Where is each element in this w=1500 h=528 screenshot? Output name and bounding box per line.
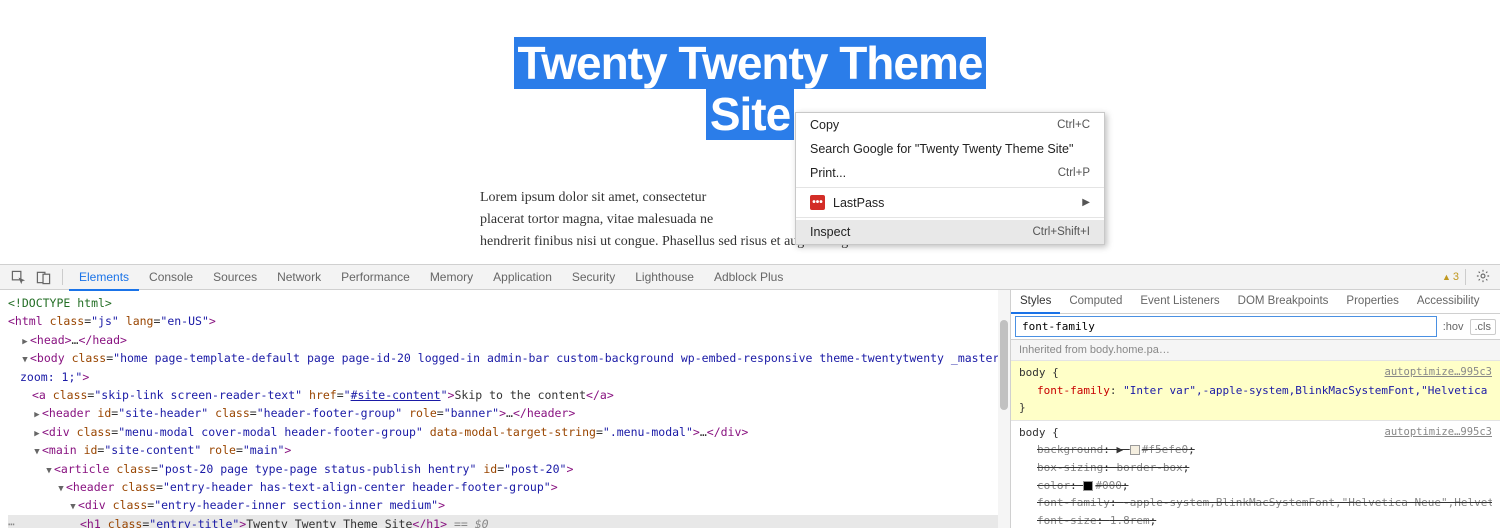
ctx-lastpass[interactable]: •••LastPass ▶ [796, 190, 1104, 215]
tab-accessibility[interactable]: Accessibility [1408, 290, 1489, 313]
color-swatch[interactable] [1083, 481, 1093, 491]
warnings-badge[interactable]: 3 [1442, 271, 1459, 283]
styles-filter-input[interactable] [1015, 316, 1437, 337]
settings-icon[interactable] [1472, 269, 1494, 286]
styles-filter-row: :hov .cls [1011, 314, 1500, 340]
devtools-tabs: Elements Console Sources Network Perform… [69, 265, 793, 290]
context-menu: Copy Ctrl+C Search Google for "Twenty Tw… [795, 112, 1105, 245]
rule-source-link[interactable]: autoptimize…995c3 [1385, 424, 1492, 441]
tab-network[interactable]: Network [267, 265, 331, 290]
tab-lighthouse[interactable]: Lighthouse [625, 265, 704, 290]
toolbar-separator [62, 269, 63, 285]
tab-security[interactable]: Security [562, 265, 625, 290]
tab-dom-breakpoints[interactable]: DOM Breakpoints [1229, 290, 1338, 313]
inherited-from-link[interactable]: body.home.pa… [1090, 344, 1170, 356]
hover-toggle[interactable]: :hov [1443, 321, 1464, 333]
rule-source-link[interactable]: autoptimize…995c3 [1385, 364, 1492, 381]
lastpass-icon: ••• [810, 195, 825, 210]
page-title[interactable]: Twenty Twenty Theme Site [0, 38, 1500, 139]
inspect-element-icon[interactable] [6, 270, 31, 285]
device-toolbar-icon[interactable] [31, 270, 56, 285]
tab-memory[interactable]: Memory [420, 265, 483, 290]
css-rule-1[interactable]: autoptimize…995c3 body { font-family: "I… [1011, 361, 1500, 421]
chevron-right-icon: ▶ [1082, 197, 1090, 208]
elements-scrollbar[interactable] [998, 290, 1010, 528]
ctx-separator [796, 217, 1104, 218]
ctx-print[interactable]: Print... Ctrl+P [796, 161, 1104, 185]
tab-properties[interactable]: Properties [1337, 290, 1407, 313]
tab-styles[interactable]: Styles [1011, 290, 1060, 314]
tab-console[interactable]: Console [139, 265, 203, 290]
rendered-page: Twenty Twenty Theme Site Lorem ipsum dol… [0, 0, 1500, 264]
css-rule-2[interactable]: autoptimize…995c3 body { background: ▶ #… [1011, 421, 1500, 528]
tab-elements[interactable]: Elements [69, 265, 139, 291]
toolbar-separator [1465, 269, 1466, 285]
tab-adblock-plus[interactable]: Adblock Plus [704, 265, 793, 290]
tab-computed[interactable]: Computed [1060, 290, 1131, 313]
ctx-copy[interactable]: Copy Ctrl+C [796, 113, 1104, 137]
css-rules: autoptimize…995c3 body { font-family: "I… [1011, 361, 1500, 528]
page-title-line2: Site [706, 88, 794, 140]
tab-sources[interactable]: Sources [203, 265, 267, 290]
ctx-search-google[interactable]: Search Google for "Twenty Twenty Theme S… [796, 137, 1104, 161]
tab-performance[interactable]: Performance [331, 265, 420, 290]
devtools-main: <!DOCTYPE html> <html class="js" lang="e… [0, 290, 1500, 528]
elements-panel[interactable]: <!DOCTYPE html> <html class="js" lang="e… [0, 290, 1010, 528]
inherited-from-label: Inherited from body.home.pa… [1011, 340, 1500, 361]
devtools-toolbar: Elements Console Sources Network Perform… [0, 264, 1500, 290]
page-title-line1: Twenty Twenty Theme [514, 37, 987, 89]
color-swatch[interactable] [1130, 445, 1140, 455]
tab-event-listeners[interactable]: Event Listeners [1131, 290, 1228, 313]
styles-tabs: Styles Computed Event Listeners DOM Brea… [1011, 290, 1500, 314]
styles-panel: Styles Computed Event Listeners DOM Brea… [1010, 290, 1500, 528]
tab-application[interactable]: Application [483, 265, 562, 290]
selected-dom-node[interactable]: ⋯<h1 class="entry-title">Twenty Twenty T… [8, 515, 1010, 528]
ctx-separator [796, 187, 1104, 188]
cls-toggle[interactable]: .cls [1470, 319, 1497, 335]
ctx-inspect[interactable]: Inspect Ctrl+Shift+I [796, 220, 1104, 244]
